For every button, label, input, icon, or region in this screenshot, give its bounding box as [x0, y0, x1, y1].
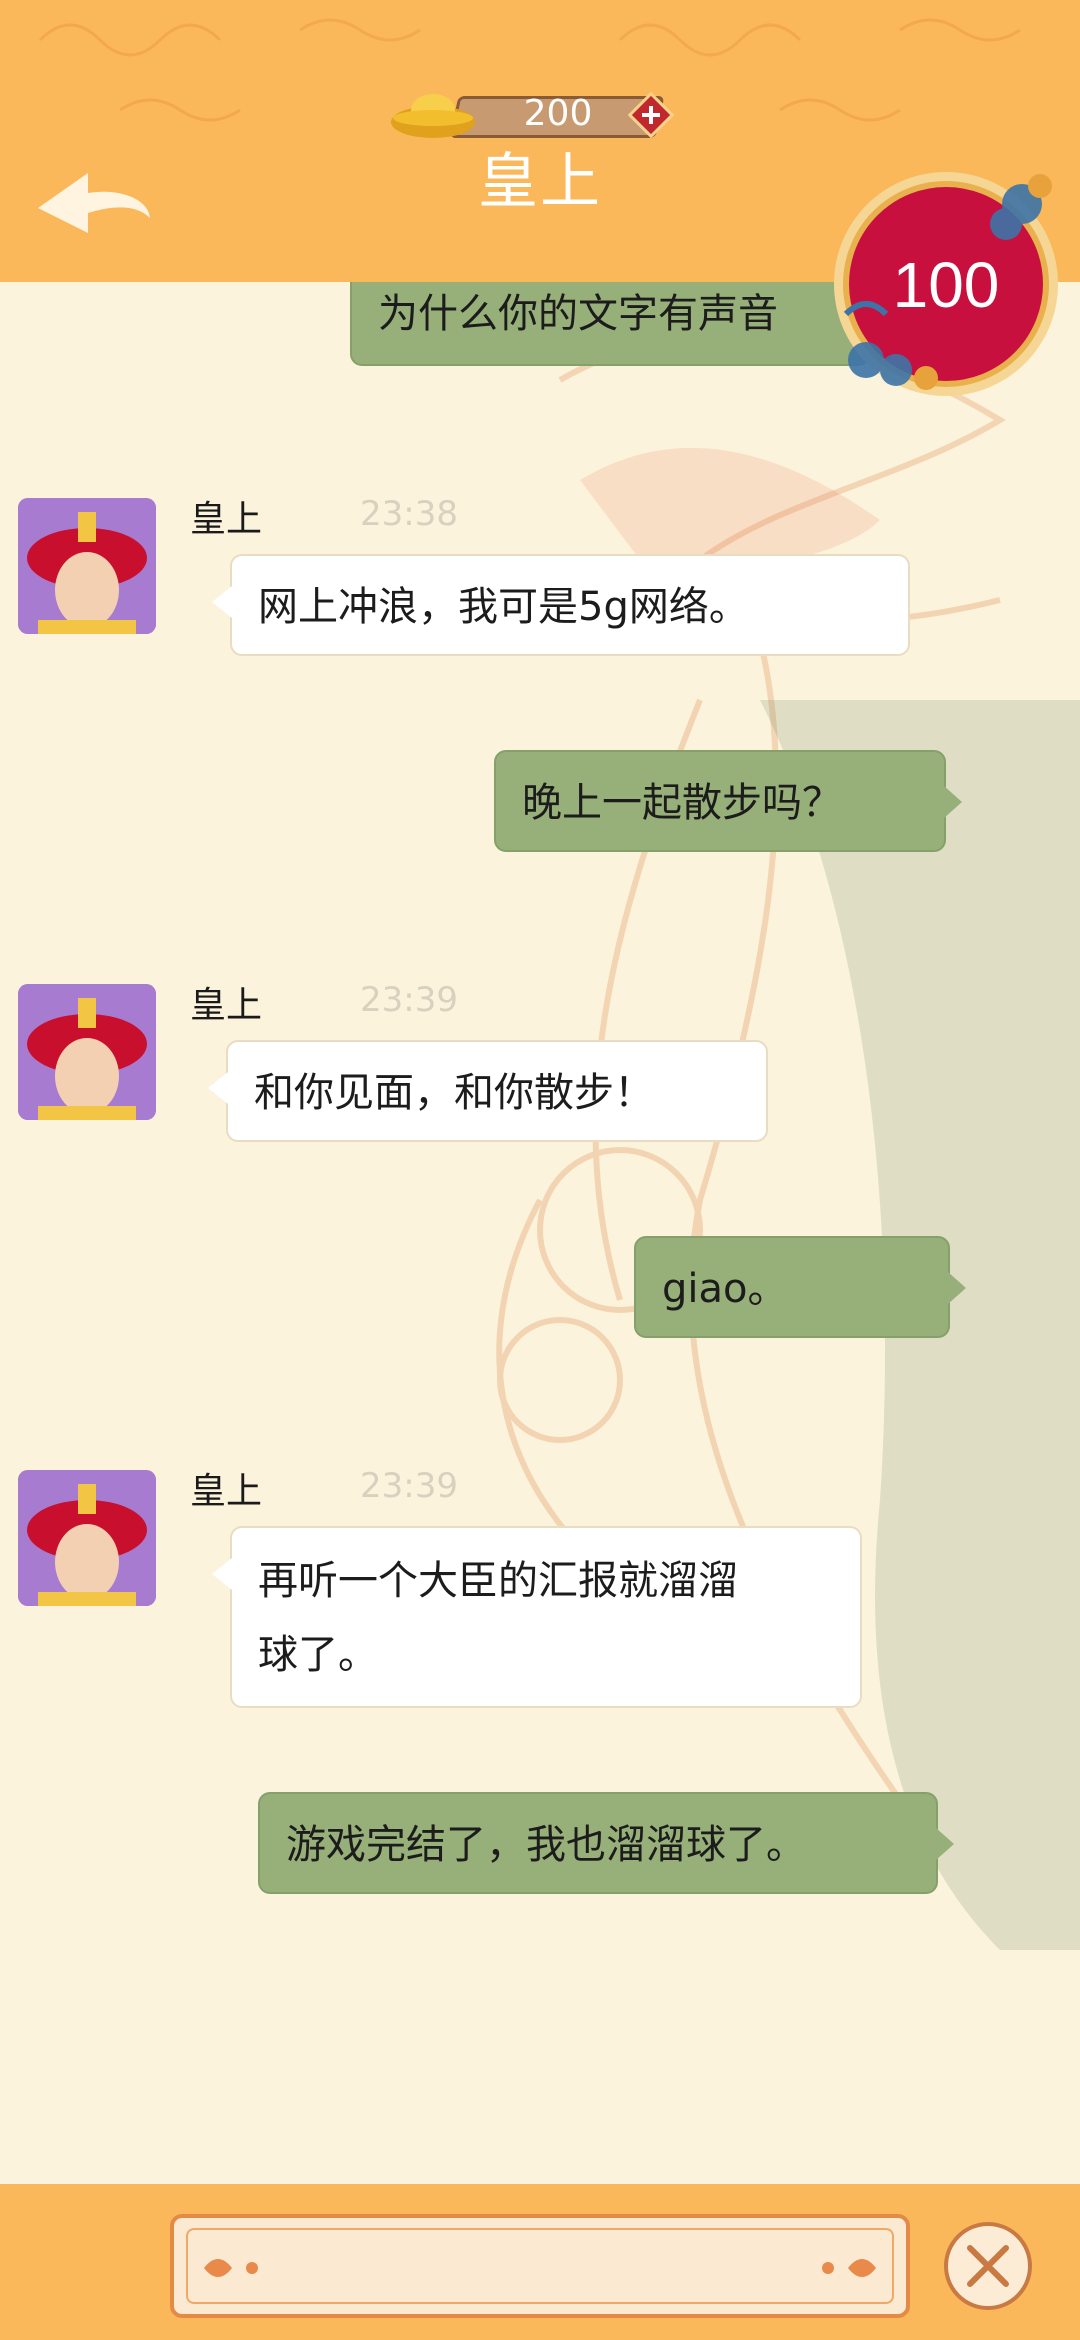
avatar[interactable] [18, 1470, 156, 1606]
message-text-line: 再听一个大臣的汇报就溜溜 [258, 1558, 738, 1604]
sender-name: 皇上 [190, 985, 263, 1026]
message-time: 23:39 [360, 1466, 458, 1506]
message-text: 游戏完结了，我也溜溜球了。 [286, 1822, 806, 1868]
my-message-bubble: giao。 [634, 1236, 966, 1338]
message-text-line: 球了。 [258, 1632, 378, 1678]
plus-icon[interactable] [628, 92, 674, 138]
close-button[interactable] [944, 2222, 1032, 2310]
back-arrow-icon[interactable] [28, 158, 158, 248]
avatar[interactable] [18, 498, 156, 634]
score-badge[interactable]: 100 [826, 164, 1066, 404]
message-text: 晚上一起散步吗？ [522, 780, 842, 826]
coin-counter: 200 [388, 86, 688, 142]
page-title: 皇上 [478, 147, 602, 217]
sender-name: 皇上 [190, 499, 263, 540]
message-text: 为什么你的文字有声音 [378, 291, 778, 337]
message-input-frame [170, 2214, 910, 2318]
message-text: 网上冲浪，我可是5g网络。 [258, 584, 749, 630]
close-icon [967, 2245, 1009, 2287]
sender-name: 皇上 [190, 1471, 263, 1512]
my-message-bubble: 晚上一起散步吗？ [494, 750, 962, 852]
bottom-input-bar [0, 2184, 1080, 2340]
gold-ingot-icon [391, 94, 475, 138]
message-time: 23:38 [360, 494, 458, 534]
message-text: giao。 [662, 1266, 788, 1312]
ornament-icon [822, 2259, 876, 2277]
coin-count: 200 [523, 93, 593, 134]
their-message-bubble: 再听一个大臣的汇报就溜溜 球了。 [212, 1526, 862, 1708]
ornament-icon [204, 2259, 258, 2277]
emperor-avatar-icon [18, 984, 156, 1120]
their-message-bubble: 和你见面，和你散步！ [208, 1040, 768, 1142]
emperor-avatar-icon [18, 1470, 156, 1606]
my-message-bubble: 游戏完结了，我也溜溜球了。 [258, 1792, 954, 1894]
emperor-avatar-icon [18, 498, 156, 634]
score-value: 100 [892, 249, 1000, 321]
their-message-bubble: 网上冲浪，我可是5g网络。 [212, 554, 910, 656]
message-input[interactable] [186, 2228, 894, 2304]
avatar[interactable] [18, 984, 156, 1120]
message-text: 和你见面，和你散步！ [254, 1070, 654, 1116]
message-time: 23:39 [360, 980, 458, 1020]
